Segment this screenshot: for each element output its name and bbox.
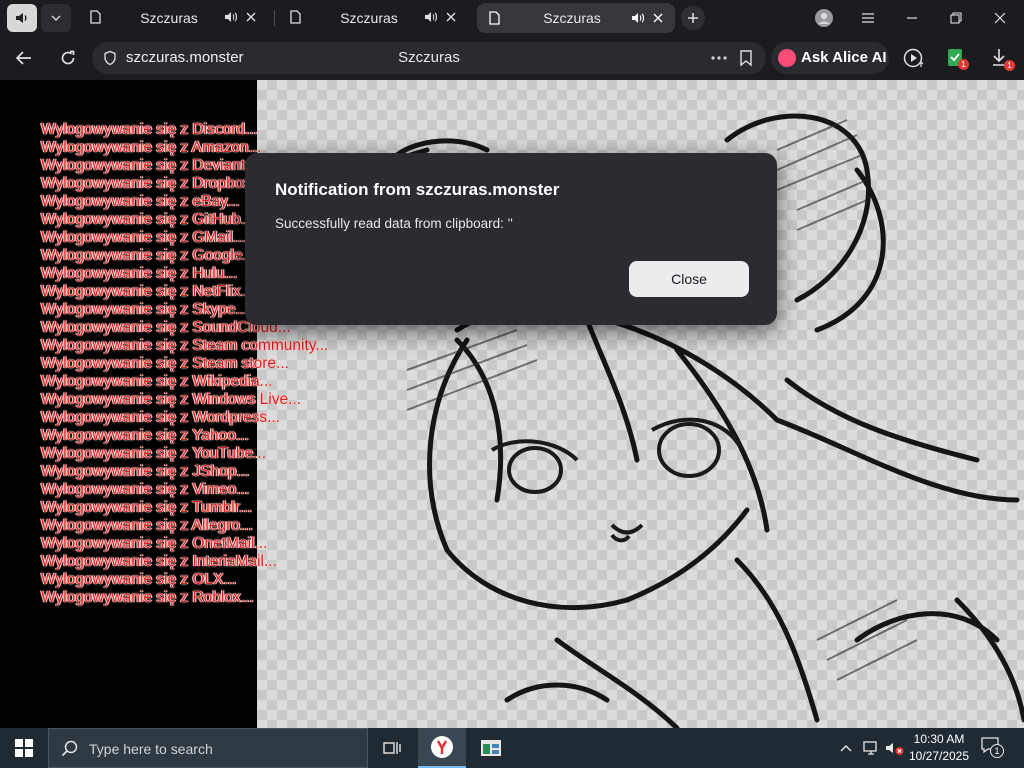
log-line: Wylogowywanie się z JShop... [41,463,250,480]
log-line: Wylogowywanie się z Yahoo... [41,427,249,444]
log-line: Wylogowywanie się z Windows Live... [41,391,302,408]
tab-list-button[interactable] [41,4,71,32]
url-text[interactable]: szczuras.monster [126,49,244,66]
notification-center-button[interactable]: 1 [980,736,1006,760]
log-line: Wylogowywanie się z OnetMail... [41,535,268,552]
ask-alice-button[interactable]: Ask Alice AI [771,42,889,74]
taskbar-yandex-browser[interactable] [418,728,466,768]
close-icon [994,12,1006,24]
dialog-title: Notification from szczuras.monster [275,180,560,199]
windows-logo-icon [15,739,33,757]
downloads-badge: 1 [1004,60,1015,71]
tab-title: Szczuras [543,10,601,26]
extension-badge: 1 [958,59,969,70]
log-line: Wylogowywanie się z Allegro... [41,517,253,534]
system-clock[interactable]: 10:30 AM 10/27/2025 [908,731,970,765]
chevron-down-icon [51,15,61,22]
tab-separator [274,10,275,26]
minimize-button[interactable] [890,0,934,36]
log-line: Wylogowywanie się z Vimeo... [41,481,250,498]
tab-title: Szczuras [340,10,398,26]
new-tab-button[interactable] [681,6,705,30]
tab-audio-button[interactable] [7,4,37,32]
log-line: Wylogowywanie się z OLX... [41,571,237,588]
tab-2[interactable]: Szczuras [278,2,468,34]
speaker-icon [16,13,27,23]
tab-3[interactable]: Szczuras [477,3,675,33]
alice-icon [778,49,796,67]
chevron-up-icon[interactable] [839,742,853,754]
notification-count: 1 [990,744,1004,758]
taskbar-search-box[interactable]: Type here to search [48,728,368,768]
log-line: Wylogowywanie się z Steam store... [41,355,289,372]
close-icon[interactable] [651,11,665,25]
dialog-close-button[interactable]: Close [629,261,749,297]
downloads-button[interactable]: 1 [990,47,1015,71]
shield-icon[interactable] [102,50,118,66]
log-line: Wylogowywanie się z YouTube... [41,445,267,462]
restore-icon [950,12,962,24]
address-bar[interactable]: szczuras.monster Szczuras [92,42,766,74]
task-view-icon [383,742,401,754]
yandex-browser-icon [431,736,453,758]
extension-button[interactable]: 1 [946,46,969,70]
tab-title: Szczuras [140,10,198,26]
profile-button[interactable] [802,0,846,36]
log-line: Wylogowywanie się z Steam community... [41,337,329,354]
hamburger-icon [862,13,874,23]
taskbar: Type here to search 10:30 AM 10/27/2025 … [0,728,1024,768]
close-icon[interactable] [444,10,458,24]
close-icon[interactable] [244,10,258,24]
speaker-icon[interactable] [424,10,438,24]
back-arrow-icon[interactable] [14,48,34,68]
network-icon[interactable] [863,740,881,756]
speaker-icon[interactable] [631,11,645,25]
log-line: Wylogowywanie się z Roblox... [41,589,254,606]
search-placeholder: Type here to search [89,741,213,757]
plus-icon [688,13,698,23]
task-view-button[interactable] [368,728,416,768]
page-icon [290,10,301,24]
more-dots-icon[interactable] [710,51,728,65]
taskbar-app-window[interactable] [467,728,515,768]
notification-dialog: Notification from szczuras.monster Succe… [245,153,777,325]
browser-toolbar: szczuras.monster Szczuras Ask Alice AI 1… [0,36,1024,80]
log-line: Wylogowywanie się z Wikipedia... [41,373,273,390]
page-icon [90,10,101,24]
avatar-icon [815,9,833,27]
restore-button[interactable] [934,0,978,36]
speaker-icon[interactable] [224,10,238,24]
reload-icon[interactable] [58,48,78,68]
minimize-icon [907,17,917,19]
log-line: Wylogowywanie się z InteriaMail... [41,553,277,570]
close-window-button[interactable] [978,0,1022,36]
log-line: Wylogowywanie się z Wordpress... [41,409,281,426]
app-window-icon [481,740,501,756]
page-icon [489,11,500,25]
clock-date: 10/27/2025 [908,749,970,763]
log-line: Wylogowywanie się z Discord... [41,121,258,138]
alice-label: Ask Alice AI [801,49,887,66]
clock-time: 10:30 AM [913,732,965,746]
bookmark-icon[interactable] [738,49,754,67]
menu-button[interactable] [846,0,890,36]
tab-strip: Szczuras Szczuras Szczuras [0,0,1024,36]
tab-1[interactable]: Szczuras [78,2,268,34]
dialog-message: Successfully read data from clipboard: '… [275,216,513,231]
log-line: Wylogowywanie się z Tumblr... [41,499,252,516]
volume-muted-icon[interactable] [885,740,905,756]
start-button[interactable] [0,728,48,768]
search-icon [61,740,78,757]
media-player-icon[interactable] [903,47,925,69]
